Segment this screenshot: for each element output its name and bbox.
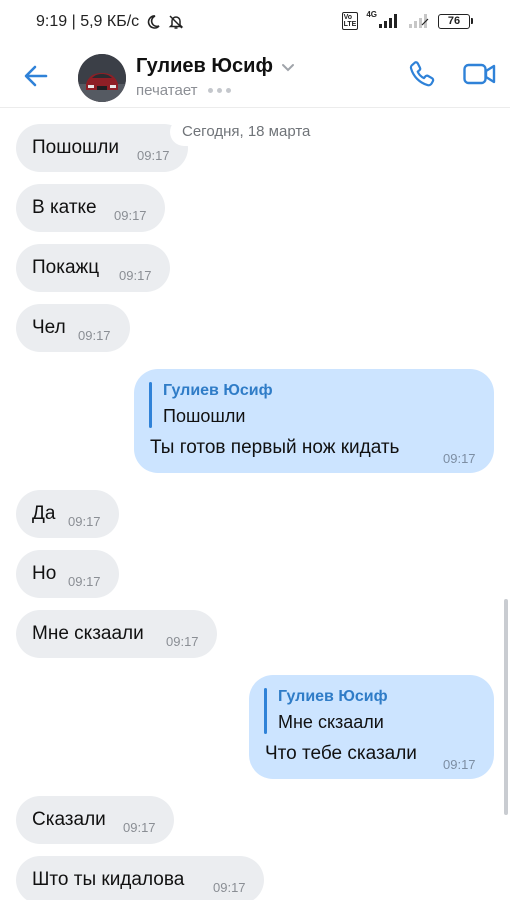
contact-name[interactable]: Гулиев Юсиф xyxy=(136,55,295,78)
message-incoming[interactable]: Но 09:17 xyxy=(16,550,119,598)
typing-dots-icon xyxy=(207,88,231,93)
reply-text: Мне скзаали xyxy=(278,712,384,732)
network-type-label: 4G xyxy=(366,10,377,19)
message-time: 09:17 xyxy=(123,820,156,835)
message-outgoing[interactable]: Гулиев Юсиф Пошошли Ты готов первый нож … xyxy=(134,369,494,473)
contact-status: печатает xyxy=(136,82,231,99)
avatar-car-image xyxy=(78,54,126,102)
status-bar: 9:19 | 5,9 КБ/с Vo LTE 4G 76 xyxy=(0,0,510,44)
reply-author: Гулиев Юсиф xyxy=(278,688,388,705)
date-separator: Сегодня, 18 марта xyxy=(170,118,323,146)
message-time: 09:17 xyxy=(166,634,199,649)
message-time: 09:17 xyxy=(68,514,101,529)
message-time: 09:17 xyxy=(443,451,476,466)
message-text: Сказали xyxy=(32,809,106,830)
call-button[interactable] xyxy=(404,56,440,92)
typing-status-text: печатает xyxy=(136,82,198,99)
message-incoming[interactable]: Покажц 09:17 xyxy=(16,244,170,292)
phone-icon xyxy=(407,59,437,89)
volte-badge: Vo LTE xyxy=(341,12,359,30)
message-incoming[interactable]: В катке 09:17 xyxy=(16,184,165,232)
message-time: 09:17 xyxy=(443,757,476,772)
message-incoming[interactable]: Пошошли 09:17 xyxy=(16,124,188,172)
chevron-down-icon xyxy=(281,62,295,72)
message-text: Что тебе сказали xyxy=(265,743,417,764)
message-incoming[interactable]: Чел 09:17 xyxy=(16,304,130,352)
status-bar-right: Vo LTE 4G 76 xyxy=(341,10,473,30)
back-button[interactable] xyxy=(20,60,52,92)
chat-scrollbar[interactable] xyxy=(504,599,508,815)
message-list[interactable]: Пошошли 09:17 Сегодня, 18 марта В катке … xyxy=(0,109,510,900)
message-time: 09:17 xyxy=(68,574,101,589)
video-call-button[interactable] xyxy=(460,56,500,92)
message-time: 09:17 xyxy=(119,268,152,283)
message-text: Пошошли xyxy=(32,137,119,158)
status-bar-left: 9:19 | 5,9 КБ/с xyxy=(36,13,185,31)
avatar[interactable] xyxy=(78,54,126,102)
reply-author: Гулиев Юсиф xyxy=(163,382,273,399)
message-text: Мне скзаали xyxy=(32,623,144,644)
message-text: Ты готов первый нож кидать xyxy=(150,437,400,458)
message-time: 09:17 xyxy=(137,148,170,163)
message-text: В катке xyxy=(32,197,97,218)
message-text: Да xyxy=(32,503,56,524)
signal-icon: 4G xyxy=(366,10,400,29)
reply-quote-bar xyxy=(149,382,152,428)
message-time: 09:17 xyxy=(213,880,246,895)
message-incoming[interactable]: Да 09:17 xyxy=(16,490,119,538)
bell-muted-icon xyxy=(167,13,185,31)
arrow-left-icon xyxy=(22,62,50,90)
chat-header: Гулиев Юсиф печатает xyxy=(0,44,510,108)
message-incoming[interactable]: Мне скзаали 09:17 xyxy=(16,610,217,658)
message-text: Што ты кидалова xyxy=(32,869,185,890)
reply-text: Пошошли xyxy=(163,406,246,426)
message-incoming[interactable]: Што ты кидалова 09:17 xyxy=(16,856,264,900)
message-text: Но xyxy=(32,563,57,584)
signal-weak-icon xyxy=(408,13,430,29)
message-text: Покажц xyxy=(32,257,100,278)
video-camera-icon xyxy=(462,60,498,88)
status-time-speed: 9:19 | 5,9 КБ/с xyxy=(36,13,140,30)
message-time: 09:17 xyxy=(78,328,111,343)
moon-icon xyxy=(145,14,161,30)
message-text: Чел xyxy=(32,317,66,338)
contact-name-text: Гулиев Юсиф xyxy=(136,55,273,77)
message-incoming[interactable]: Сказали 09:17 xyxy=(16,796,174,844)
reply-quote-bar xyxy=(264,688,267,734)
message-time: 09:17 xyxy=(114,208,147,223)
battery-indicator: 76 xyxy=(438,13,473,29)
message-outgoing[interactable]: Гулиев Юсиф Мне скзаали Что тебе сказали… xyxy=(249,675,494,779)
